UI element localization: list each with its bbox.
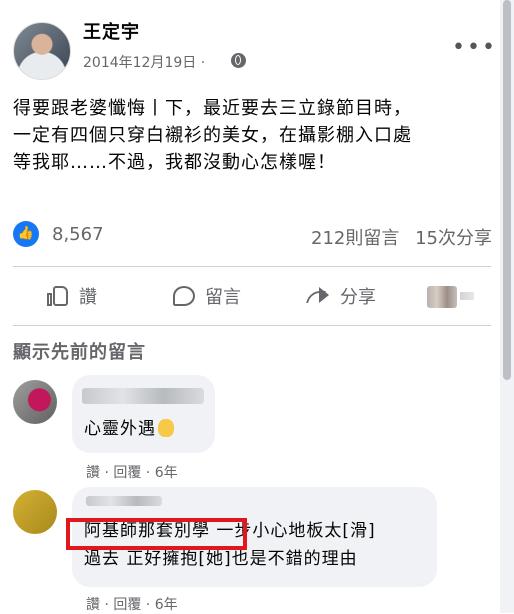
comment-bubble: 阿基師那套別學 一步小心地板太[滑] 過去 正好擁抱[她]也是不錯的理由 [66,487,437,587]
post-text-line: 得要跟老婆懺悔丨下，最近要去三立錄節目時， [13,98,412,119]
share-button[interactable]: 分享 [306,283,376,309]
post-text-line: 一定有四個只穿白襯衫的美女，在攝影棚入口處 [13,125,412,146]
reaction-selector-avatar[interactable] [427,286,457,308]
highlight-annotation-box [66,518,247,550]
scrollbar-thumb[interactable] [503,0,511,380]
comment-bubble: 心靈外遇 [72,375,215,453]
post-stats: 212則留言 15次分享 [311,224,492,250]
thumbs-up-icon [47,286,69,306]
more-options-icon[interactable]: ••• [452,35,497,60]
like-button[interactable]: 讚 [47,283,97,309]
comment-button[interactable]: 留言 [173,283,241,309]
comment-icon [173,286,195,306]
commenter-name-blurred[interactable] [82,388,204,404]
author-name[interactable]: 王定宇 [83,18,140,44]
chevron-down-icon[interactable] [460,292,474,300]
comment-text: 心靈外遇 [84,415,174,443]
comment-meta[interactable]: 讚 · 回覆 · 6年 [86,462,178,482]
show-previous-comments[interactable]: 顯示先前的留言 [13,338,146,364]
shares-count[interactable]: 15次分享 [415,228,492,249]
post-text-line: 等我耶……不過，我都沒動心怎樣喔！ [13,152,336,173]
commenter-avatar[interactable] [13,380,57,424]
author-avatar[interactable] [13,22,71,80]
comment-text: 阿基師那套別學 一步小心地板太[滑] 過去 正好擁抱[她]也是不錯的理由 [66,517,376,573]
share-icon [306,285,330,307]
comments-count[interactable]: 212則留言 [311,228,399,249]
like-reaction-icon: 👍 [13,221,39,247]
post-date[interactable]: 2014年12月19日 · [83,52,205,72]
scrollbar[interactable] [500,0,514,613]
commenter-avatar[interactable] [13,490,57,534]
comment-meta[interactable]: 讚 · 回覆 · 6年 [86,594,178,614]
commenter-name-blurred[interactable] [86,496,162,506]
divider [13,266,491,267]
like-count[interactable]: 8,567 [52,224,104,245]
ok-hand-emoji-icon [158,419,174,437]
comment-text-body: 心靈外遇 [84,419,156,439]
globe-icon [231,53,246,68]
divider [13,325,491,326]
share-button-label: 分享 [340,287,376,308]
post-text: 得要跟老婆懺悔丨下，最近要去三立錄節目時， 一定有四個只穿白襯衫的美女，在攝影棚… [13,95,491,176]
like-button-label: 讚 [79,287,97,308]
comment-button-label: 留言 [205,287,241,308]
